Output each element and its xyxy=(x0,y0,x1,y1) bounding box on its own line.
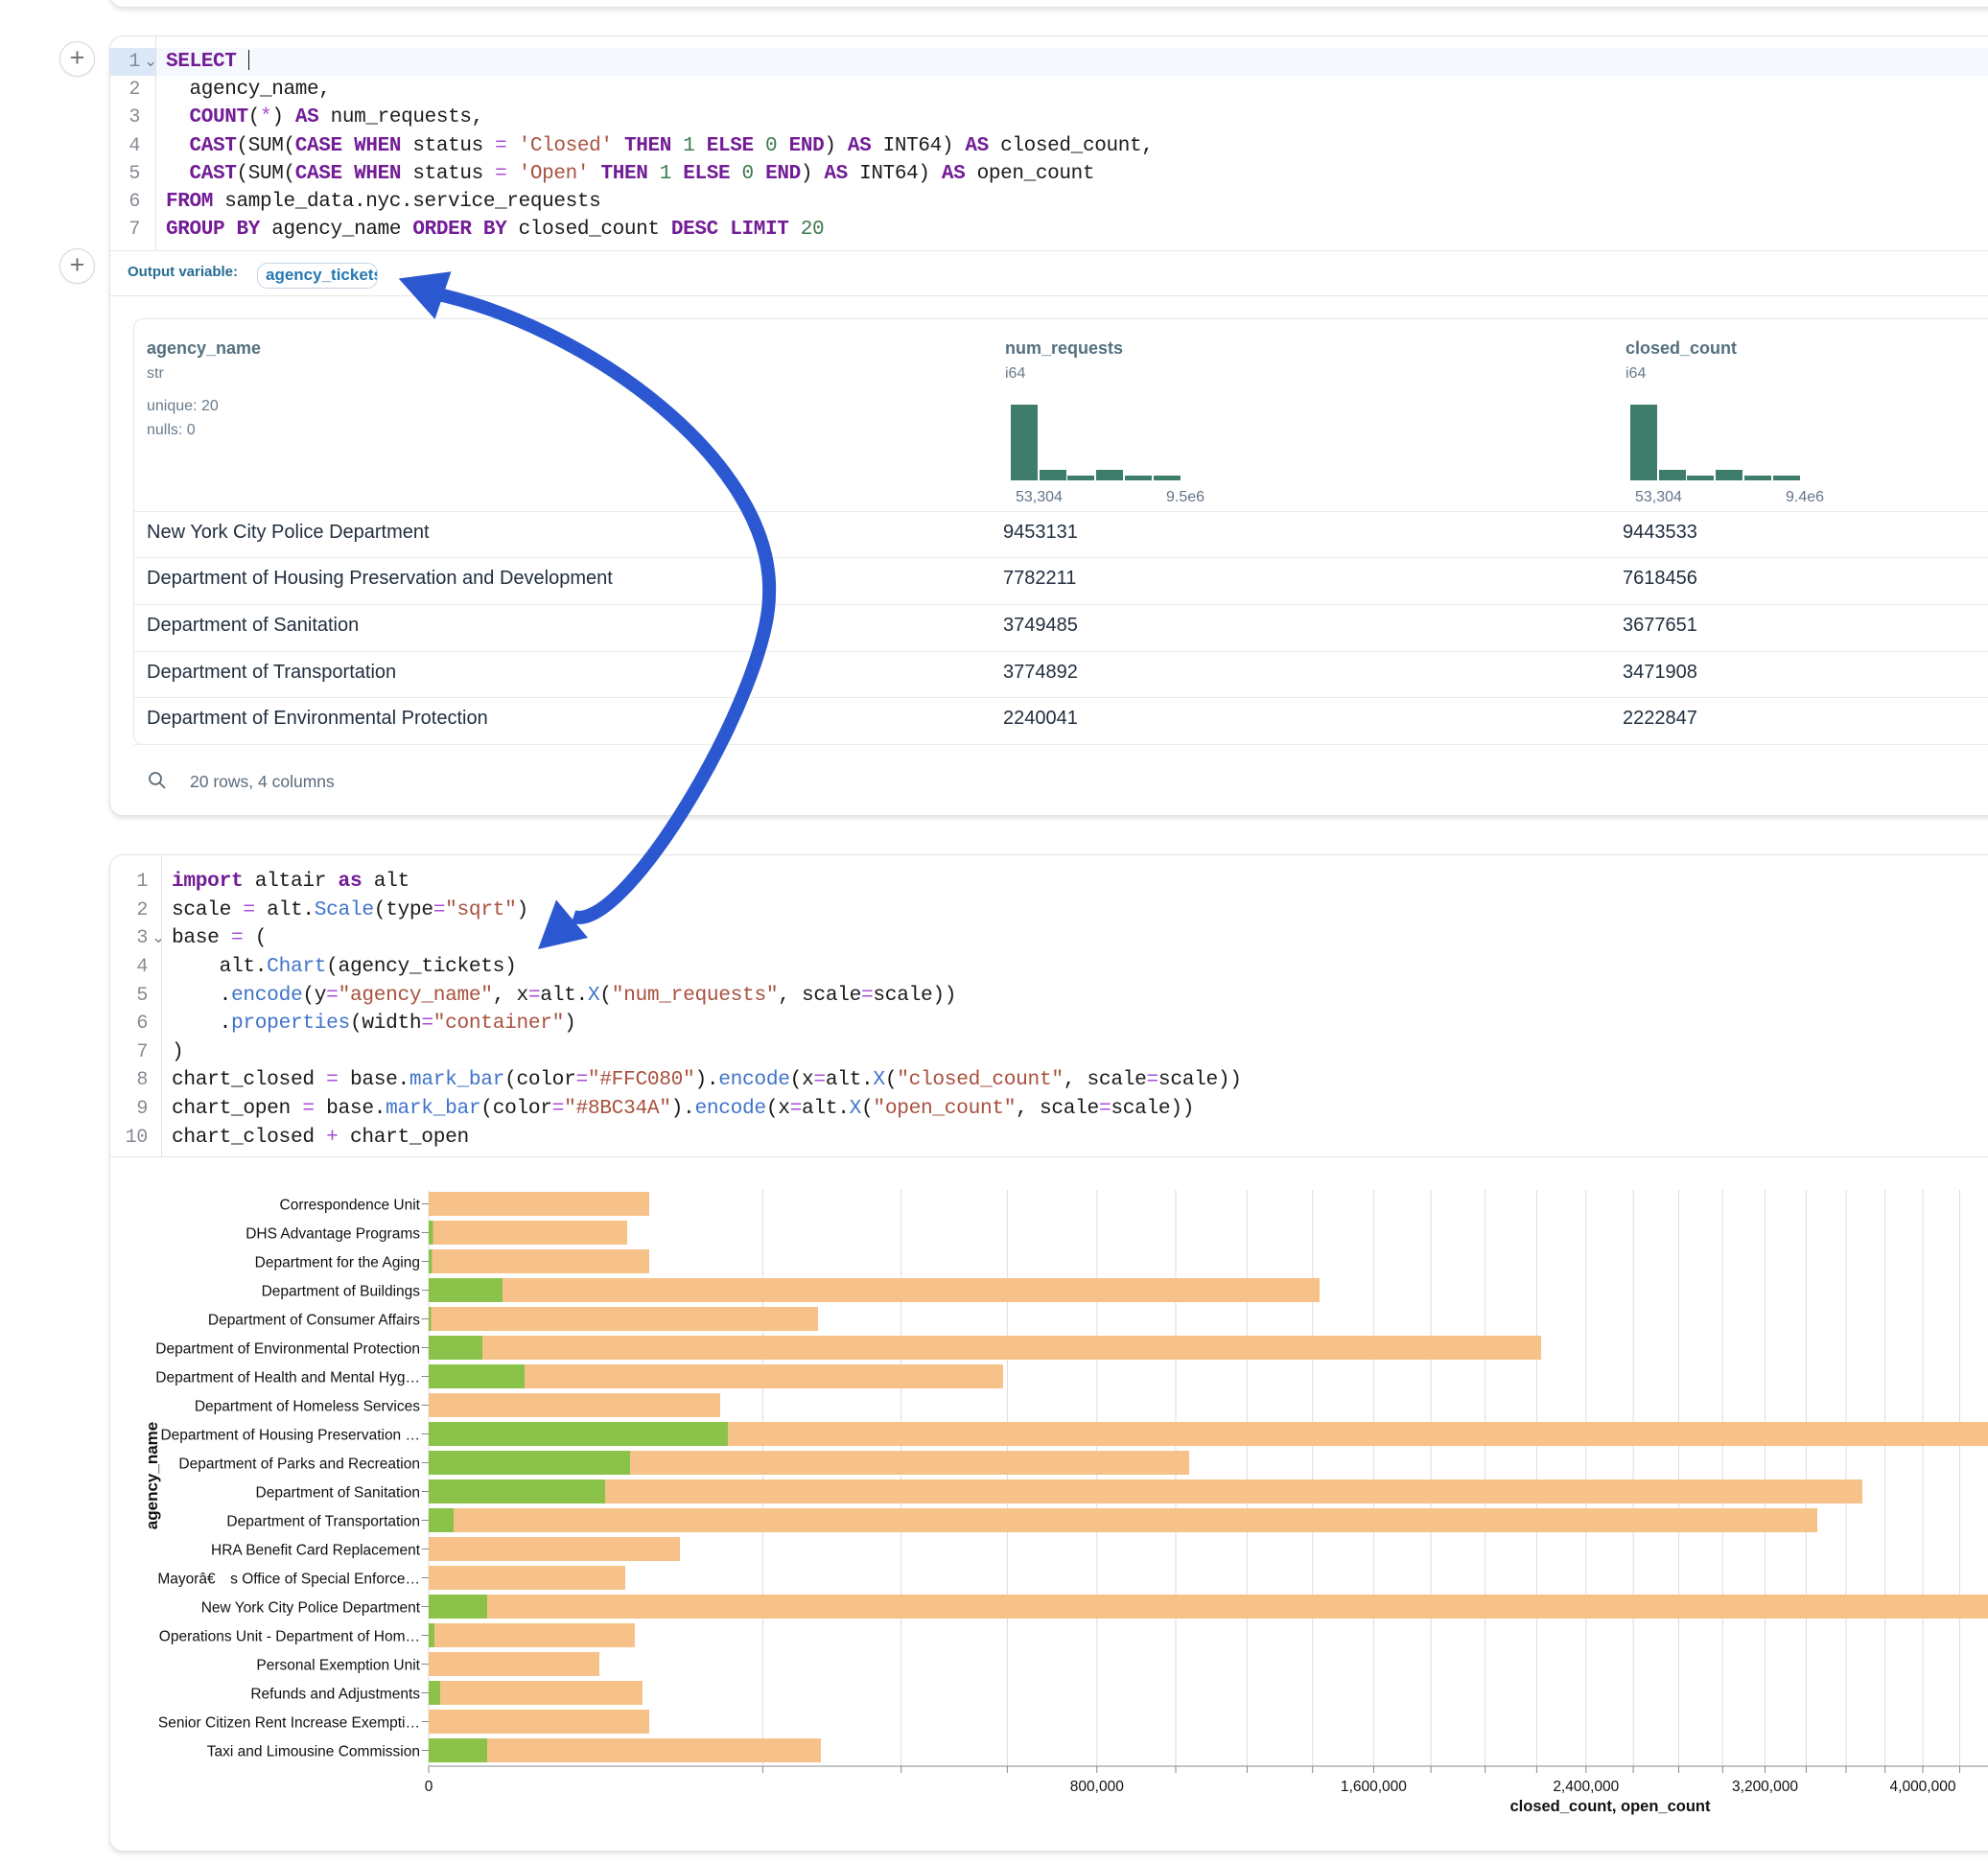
svg-text:2,400,000: 2,400,000 xyxy=(1553,1779,1619,1795)
svg-text:3,200,000: 3,200,000 xyxy=(1732,1779,1798,1795)
svg-text:New York City Police Departmen: New York City Police Department xyxy=(201,1600,421,1617)
svg-text:closed_count, open_count: closed_count, open_count xyxy=(1509,1798,1711,1815)
svg-text:Taxi and Limousine Commission: Taxi and Limousine Commission xyxy=(207,1744,420,1760)
svg-text:Personal Exemption Unit: Personal Exemption Unit xyxy=(256,1658,420,1674)
svg-text:Operations Unit - Department o: Operations Unit - Department of Hom… xyxy=(159,1629,420,1645)
svg-text:Department of Sanitation: Department of Sanitation xyxy=(256,1485,420,1502)
svg-text:Mayorâ€ s Office of Special En: Mayorâ€ s Office of Special Enforce… xyxy=(157,1572,420,1588)
svg-text:Department for the Aging: Department for the Aging xyxy=(255,1255,420,1271)
svg-text:Department of Homeless Service: Department of Homeless Services xyxy=(195,1399,420,1415)
svg-text:agency_name: agency_name xyxy=(143,1422,161,1529)
svg-text:Department of Environmental Pr: Department of Environmental Protection xyxy=(155,1341,420,1358)
svg-text:Department of Buildings: Department of Buildings xyxy=(262,1284,421,1300)
svg-text:Correspondence Unit: Correspondence Unit xyxy=(280,1198,421,1214)
svg-text:Refunds and Adjustments: Refunds and Adjustments xyxy=(250,1687,420,1703)
svg-text:HRA Benefit Card Replacement: HRA Benefit Card Replacement xyxy=(211,1543,421,1559)
svg-text:Senior Citizen Rent Increase E: Senior Citizen Rent Increase Exempti… xyxy=(158,1715,420,1732)
svg-text:0: 0 xyxy=(425,1779,433,1795)
svg-text:Department of Transportation: Department of Transportation xyxy=(226,1514,420,1530)
svg-text:Department of Consumer Affairs: Department of Consumer Affairs xyxy=(208,1313,420,1329)
svg-text:Department of Housing Preserva: Department of Housing Preservation … xyxy=(160,1428,420,1444)
svg-text:4,000,000: 4,000,000 xyxy=(1890,1779,1956,1795)
svg-text:DHS Advantage Programs: DHS Advantage Programs xyxy=(246,1226,420,1243)
svg-text:800,000: 800,000 xyxy=(1070,1779,1124,1795)
svg-text:Department of Health and Menta: Department of Health and Mental Hyg… xyxy=(155,1370,420,1386)
svg-text:1,600,000: 1,600,000 xyxy=(1341,1779,1407,1795)
svg-text:Department of Parks and Recrea: Department of Parks and Recreation xyxy=(178,1456,420,1473)
